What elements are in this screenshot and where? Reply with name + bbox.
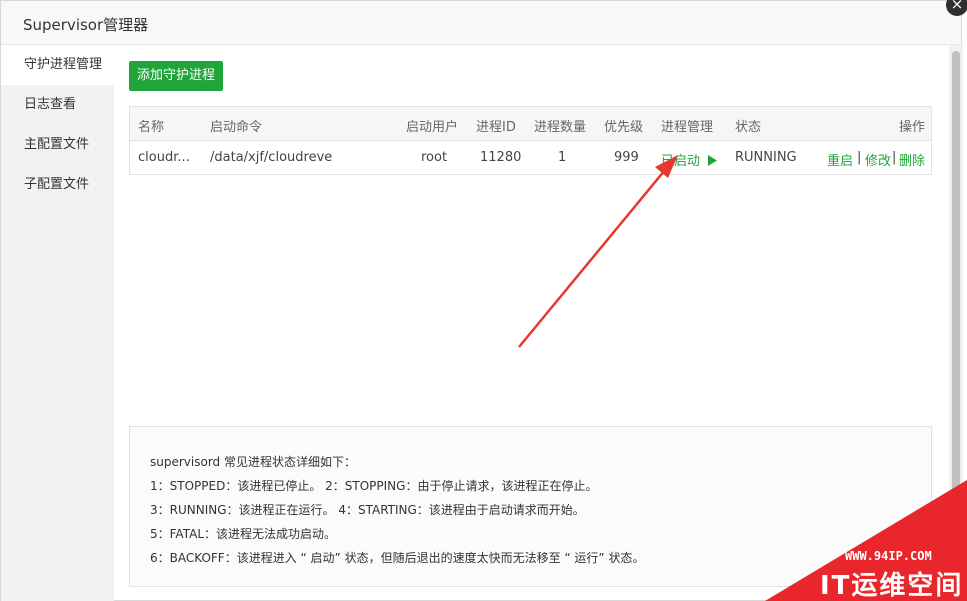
play-icon — [708, 155, 718, 166]
screenshot-stage: Supervisor管理器 守护进程管理 日志查看 主配置文件 子配置文件 添加… — [0, 0, 967, 601]
column-header-pid: 进程ID — [476, 120, 516, 135]
column-header-manage: 进程管理 — [661, 120, 714, 135]
close-icon[interactable]: × — [946, 0, 967, 16]
dialog-title: Supervisor管理器 — [23, 16, 149, 34]
sidebar-item-label: 主配置文件 — [24, 137, 90, 152]
table-row: cloudr... /data/xjf/cloudreve root 11280… — [130, 141, 931, 175]
sidebar-item-main-config[interactable]: 主配置文件 — [1, 125, 114, 165]
sidebar-item-sub-config[interactable]: 子配置文件 — [1, 165, 114, 205]
sidebar-item-label: 子配置文件 — [24, 177, 90, 192]
cell-status: RUNNING — [735, 150, 797, 165]
watermark-brand: IT运维空间 — [820, 571, 964, 601]
column-header-command: 启动命令 — [210, 120, 263, 135]
info-line: 5：FATAL：该进程无法成功启动。 — [150, 527, 337, 541]
cell-count: 1 — [558, 150, 567, 165]
restart-link[interactable]: 重启 — [827, 150, 853, 169]
cell-name: cloudr... — [138, 150, 190, 165]
action-separator: | — [857, 150, 862, 165]
process-table: 名称 启动命令 启动用户 进程ID 进程数量 优先级 进程管理 状态 操作 cl… — [129, 106, 932, 175]
dialog-title-bar: Supervisor管理器 — [1, 1, 961, 45]
info-line: 3：RUNNING：该进程正在运行。 4：STARTING：该进程由于启动请求而… — [150, 503, 585, 517]
sidebar-item-daemon-manage[interactable]: 守护进程管理 — [1, 45, 114, 85]
sidebar: 守护进程管理 日志查看 主配置文件 子配置文件 — [1, 45, 114, 601]
table-header: 名称 启动命令 启动用户 进程ID 进程数量 优先级 进程管理 状态 操作 — [130, 107, 931, 141]
column-header-status: 状态 — [735, 120, 762, 135]
manage-status-label: 已启动 — [661, 154, 701, 169]
sidebar-item-log-view[interactable]: 日志查看 — [1, 85, 114, 125]
watermark-url: WWW.94IP.COM — [845, 549, 932, 563]
action-separator: | — [892, 150, 897, 165]
process-start-toggle[interactable]: 已启动 — [661, 150, 718, 169]
delete-link[interactable]: 删除 — [899, 150, 925, 169]
cell-user: root — [421, 150, 448, 165]
column-header-name: 名称 — [138, 120, 165, 135]
cell-priority: 999 — [614, 150, 639, 165]
add-daemon-button[interactable]: 添加守护进程 — [129, 61, 223, 91]
column-header-count: 进程数量 — [534, 120, 587, 135]
sidebar-item-label: 日志查看 — [24, 97, 77, 112]
cell-pid: 11280 — [480, 150, 522, 165]
column-header-user: 启动用户 — [406, 120, 459, 135]
info-line: supervisord 常见进程状态详细如下： — [150, 455, 356, 469]
cell-command: /data/xjf/cloudreve — [210, 150, 333, 165]
edit-link[interactable]: 修改 — [865, 150, 891, 169]
column-header-priority: 优先级 — [604, 120, 644, 135]
info-line: 6：BACKOFF：该进程进入 “ 启动” 状态，但随后退出的速度太快而无法移至… — [150, 551, 645, 565]
column-header-actions: 操作 — [899, 120, 926, 135]
info-line: 1：STOPPED：该进程已停止。 2：STOPPING：由于停止请求，该进程正… — [150, 479, 598, 493]
sidebar-item-label: 守护进程管理 — [24, 57, 103, 72]
